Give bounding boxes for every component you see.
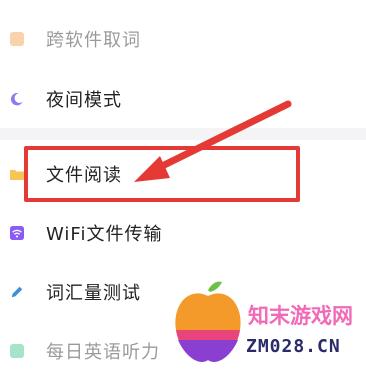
watermark-logo: 知末游戏网 ZM028.CN [168,278,366,369]
watermark-brand: 知末游戏网 [248,304,353,328]
apple-logo-icon [175,281,241,362]
watermark-domain: ZM028.CN [246,336,341,357]
